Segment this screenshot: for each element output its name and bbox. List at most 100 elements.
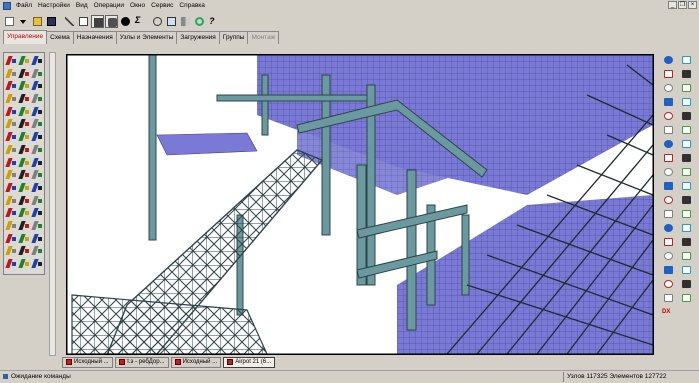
left-tool-icon[interactable] [31,169,43,180]
left-tool-icon[interactable] [31,233,43,244]
left-tool-icon[interactable] [31,144,43,155]
left-tool-icon[interactable] [18,118,30,129]
left-tool-icon[interactable] [18,207,30,218]
left-tool-icon[interactable] [18,195,30,206]
right-tool-icon[interactable] [662,124,675,136]
left-tool-icon[interactable] [31,93,43,104]
left-tool-icon[interactable] [18,157,30,168]
new-file-icon[interactable] [3,15,16,28]
window-tab-3[interactable]: Исходный ... [170,356,222,368]
left-tool-icon[interactable] [18,144,30,155]
right-tool-icon[interactable] [662,180,675,192]
left-tool-icon[interactable] [18,169,30,180]
right-tool-icon[interactable] [680,54,693,66]
left-tool-icon[interactable] [5,207,17,218]
view-mode-2-icon[interactable] [105,14,118,28]
restore-icon[interactable]: ❐ [678,1,687,9]
left-tool-icon[interactable] [5,118,17,129]
left-tool-icon[interactable] [18,68,30,79]
right-tool-icon[interactable] [680,292,693,304]
close-icon[interactable]: × [688,1,697,9]
view-mode-1-icon[interactable] [91,14,104,28]
zoom-icon[interactable] [151,15,164,28]
left-tool-icon[interactable] [5,80,17,91]
menu-view[interactable]: Вид [73,1,91,11]
right-tool-icon[interactable] [662,194,675,206]
right-tool-icon[interactable] [680,194,693,206]
left-tool-icon[interactable] [5,169,17,180]
left-tool-icon[interactable] [18,106,30,117]
window-tab-1[interactable]: Исходный ... [62,356,113,368]
model-viewport[interactable] [66,54,654,355]
left-tool-icon[interactable] [31,106,43,117]
left-tool-icon[interactable] [18,233,30,244]
right-tool-icon[interactable] [680,264,693,276]
right-tool-icon[interactable] [662,264,675,276]
left-tool-icon[interactable] [31,207,43,218]
tab-groups[interactable]: Группы [218,31,249,44]
right-tool-icon[interactable] [662,68,675,80]
eye-icon[interactable] [119,15,132,28]
right-tool-icon[interactable] [662,166,675,178]
left-tool-icon[interactable] [5,233,17,244]
left-tool-icon[interactable] [31,182,43,193]
left-tool-icon[interactable] [18,220,30,231]
right-tool-icon[interactable] [680,96,693,108]
left-tool-icon[interactable] [5,258,17,269]
left-tool-icon[interactable] [18,258,30,269]
menu-window[interactable]: Окно [127,1,148,11]
tab-assignments[interactable]: Назначения [72,31,117,44]
right-tool-icon[interactable] [662,222,675,234]
tab-scheme[interactable]: Схема [46,31,74,44]
vertical-scrollbar[interactable] [49,52,56,356]
app-icon[interactable] [3,1,11,10]
right-tool-icon[interactable] [662,278,675,290]
left-tool-icon[interactable] [31,245,43,256]
left-tool-icon[interactable] [5,245,17,256]
left-tool-icon[interactable] [5,106,17,117]
menu-help[interactable]: Справка [176,1,208,11]
menu-service[interactable]: Сервис [148,1,176,11]
right-tool-icon[interactable] [680,236,693,248]
right-tool-icon[interactable] [680,152,693,164]
left-tool-icon[interactable] [5,68,17,79]
right-tool-icon[interactable] [680,250,693,262]
cut-icon[interactable] [63,15,76,28]
left-tool-icon[interactable] [5,220,17,231]
right-tool-icon[interactable] [662,292,675,304]
right-tool-icon[interactable] [680,110,693,122]
left-tool-icon[interactable] [18,245,30,256]
left-tool-icon[interactable] [31,131,43,142]
right-tool-icon[interactable] [680,82,693,94]
right-tool-icon[interactable] [662,236,675,248]
right-tool-icon[interactable] [662,110,675,122]
tab-control[interactable]: Управление [3,30,48,44]
left-tool-icon[interactable] [5,182,17,193]
left-tool-icon[interactable] [5,131,17,142]
menu-settings[interactable]: Настройки [35,1,73,11]
right-tool-icon[interactable] [680,124,693,136]
window-tab-2[interactable]: т.э - ребДор... [114,356,169,368]
open-folder-icon[interactable] [31,15,44,28]
tile-icon[interactable] [179,15,192,28]
left-tool-icon[interactable] [31,195,43,206]
right-tool-icon[interactable] [680,138,693,150]
left-tool-icon[interactable] [5,93,17,104]
left-tool-icon[interactable] [31,55,43,66]
window-tab-4[interactable]: Airpot 21 (6... [223,356,276,368]
left-tool-icon[interactable] [18,80,30,91]
right-tool-icon[interactable] [662,152,675,164]
left-tool-icon[interactable] [31,80,43,91]
right-tool-icon[interactable] [662,208,675,220]
left-tool-icon[interactable] [5,157,17,168]
right-tool-icon[interactable] [680,180,693,192]
right-tool-icon[interactable] [680,166,693,178]
right-tool-icon[interactable] [662,138,675,150]
menu-operations[interactable]: Операции [91,1,127,11]
right-tool-icon[interactable] [680,278,693,290]
left-tool-icon[interactable] [18,182,30,193]
left-tool-icon[interactable] [31,68,43,79]
left-tool-icon[interactable] [31,118,43,129]
right-tool-icon[interactable] [680,68,693,80]
dx-button[interactable]: DX [662,306,677,320]
